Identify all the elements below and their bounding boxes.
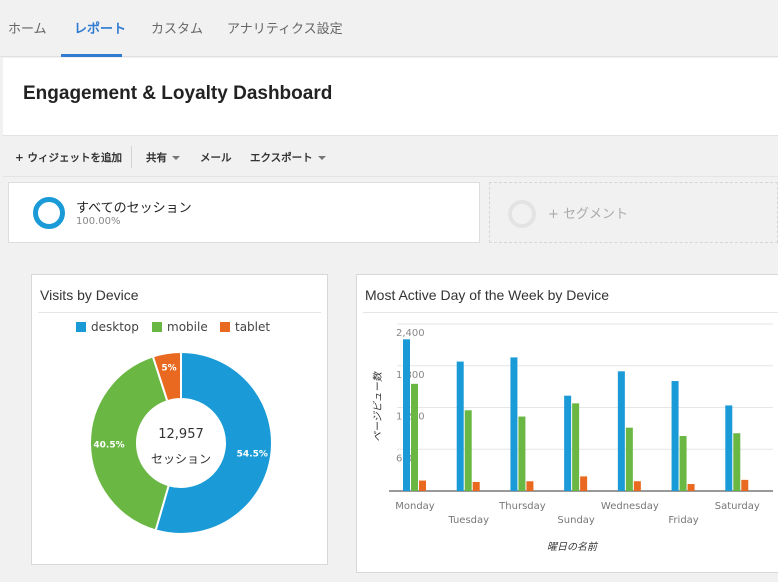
donut-chart: 54.5% 40.5% 5% 12,957 セッション xyxy=(89,350,273,535)
x-tick-label: Saturday xyxy=(715,501,760,512)
segment-placeholder-icon xyxy=(508,200,536,228)
x-tick-label: Monday xyxy=(395,501,435,512)
widget-visits-by-device: Visits by Device desktop mobile tablet 5… xyxy=(31,274,328,565)
share-button[interactable]: 共有 xyxy=(146,150,180,165)
x-tick-label: Tuesday xyxy=(447,515,489,526)
tab-home[interactable]: ホーム xyxy=(8,18,47,37)
bar-desktop-sunday[interactable] xyxy=(564,395,572,491)
x-tick-label: Sunday xyxy=(557,515,594,526)
x-tick-label: Thursday xyxy=(498,501,546,512)
share-label: 共有 xyxy=(146,152,167,164)
bar-mobile-tuesday[interactable] xyxy=(464,410,472,491)
x-tick-label: Wednesday xyxy=(601,501,659,512)
bar-tablet-friday[interactable] xyxy=(687,484,695,491)
bar-tablet-saturday[interactable] xyxy=(741,479,749,491)
widget-active-day-by-device: Most Active Day of the Week by Device 2,… xyxy=(356,274,778,573)
bar-desktop-wednesday[interactable] xyxy=(617,371,625,491)
top-nav: ホーム レポート カスタム アナリティクス設定 xyxy=(0,0,778,57)
page-title: Engagement & Loyalty Dashboard xyxy=(23,83,333,104)
bar-mobile-thursday[interactable] xyxy=(518,416,526,491)
dashboard-toolbar: + ウィジェットを追加 共有 メール エクスポート xyxy=(3,137,778,177)
bar-mobile-wednesday[interactable] xyxy=(625,427,633,491)
bar-mobile-monday[interactable] xyxy=(411,383,418,491)
x-tick-label: Friday xyxy=(668,515,698,526)
segment-all-sessions[interactable]: すべてのセッション 100.00% xyxy=(8,182,480,243)
bar-tablet-wednesday[interactable] xyxy=(633,481,641,491)
bar-desktop-thursday[interactable] xyxy=(510,357,518,491)
bar-tablet-monday[interactable] xyxy=(419,480,426,491)
y-tick-label: 1,800 xyxy=(396,370,425,381)
segment-percent: 100.00% xyxy=(76,216,121,227)
pie-slice-label: 5% xyxy=(161,363,176,373)
segment-ring-icon xyxy=(33,197,65,229)
bar-mobile-saturday[interactable] xyxy=(733,433,741,491)
toolbar-divider xyxy=(131,146,132,168)
donut-center-value: 12,957 xyxy=(158,427,204,442)
x-axis-title: 曜日の名前 xyxy=(547,541,599,553)
email-button[interactable]: メール xyxy=(200,150,232,165)
segment-name: すべてのセッション xyxy=(76,201,192,216)
bar-tablet-tuesday[interactable] xyxy=(472,481,480,491)
bar-desktop-friday[interactable] xyxy=(671,381,679,491)
bar-mobile-friday[interactable] xyxy=(679,436,687,491)
add-widget-button[interactable]: + ウィジェットを追加 xyxy=(15,150,122,165)
chevron-down-icon xyxy=(172,156,180,160)
y-axis-title: ページビュー数 xyxy=(372,370,384,442)
donut-center-label: セッション xyxy=(151,452,211,466)
bar-tablet-sunday[interactable] xyxy=(580,476,588,491)
add-segment-button[interactable]: + セグメント xyxy=(489,182,778,243)
pie-slice-label: 54.5% xyxy=(237,450,268,460)
tab-reports[interactable]: レポート xyxy=(74,18,126,37)
bar-tablet-thursday[interactable] xyxy=(526,481,534,491)
pie-slice-label: 40.5% xyxy=(93,441,124,451)
bar-mobile-sunday[interactable] xyxy=(572,403,580,491)
bar-desktop-monday[interactable] xyxy=(403,339,410,491)
y-tick-label: 1,200 xyxy=(396,412,425,423)
chevron-down-icon xyxy=(317,156,326,160)
export-button[interactable]: エクスポート xyxy=(250,150,326,165)
bar-desktop-saturday[interactable] xyxy=(725,405,733,491)
tab-analytics-settings[interactable]: アナリティクス設定 xyxy=(227,18,343,37)
y-tick-label: 2,400 xyxy=(396,328,425,339)
bar-chart: 2,4001,8001,200600 MondayTuesdayThursday… xyxy=(372,323,773,553)
tab-custom[interactable]: カスタム xyxy=(151,18,203,37)
title-bar: Engagement & Loyalty Dashboard xyxy=(3,58,778,136)
bar-desktop-tuesday[interactable] xyxy=(456,361,464,491)
active-tab-indicator xyxy=(61,54,122,57)
add-segment-label: + セグメント xyxy=(548,207,629,222)
export-label: エクスポート xyxy=(250,152,313,164)
